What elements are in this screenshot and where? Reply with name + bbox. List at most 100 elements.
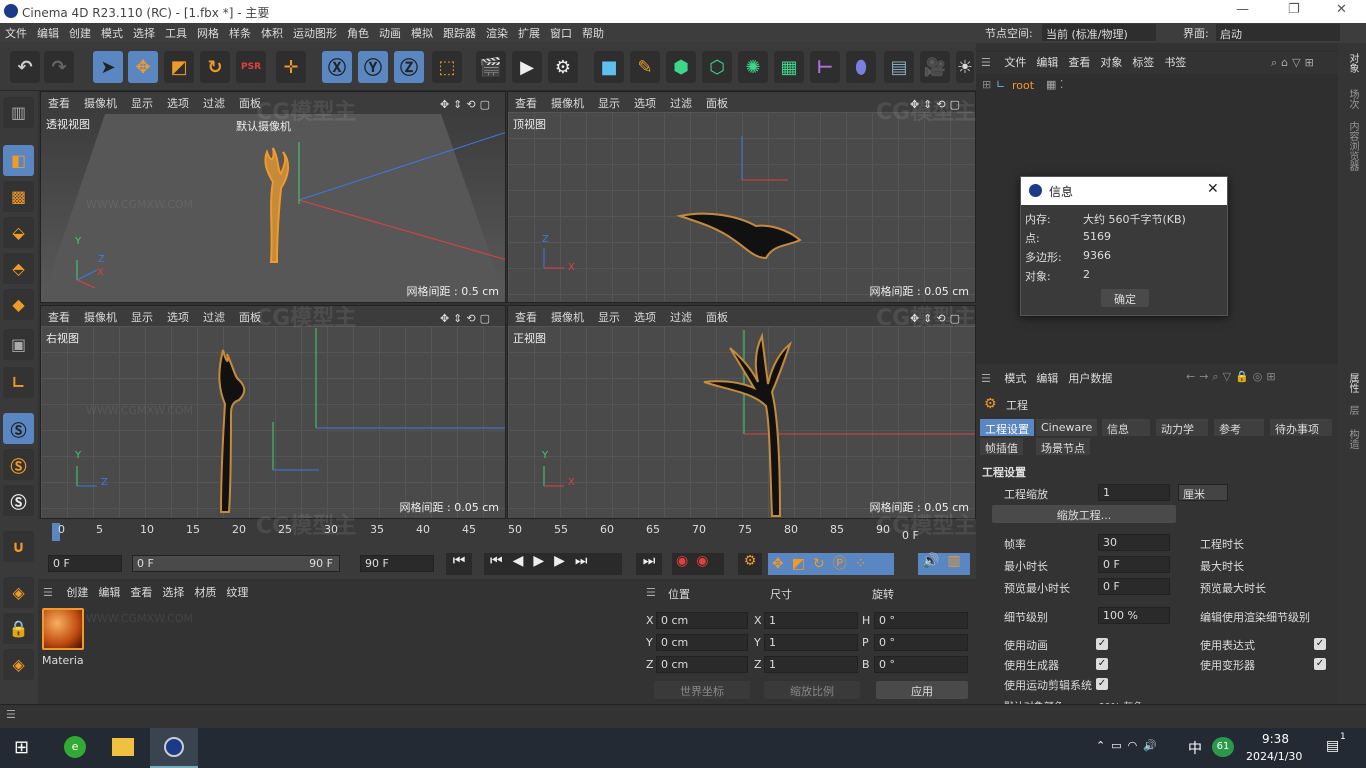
lod-field[interactable]: 100 % <box>1098 607 1170 624</box>
menu-item[interactable]: 扩展 <box>513 23 545 43</box>
redo-icon[interactable]: ↷ <box>44 51 74 83</box>
cloner-icon[interactable]: ✺ <box>738 51 768 83</box>
edges-mode-icon[interactable]: ⬘ <box>3 253 34 284</box>
vp-menu-display[interactable]: 显示 <box>124 92 160 111</box>
coordinate-system-icon[interactable]: ⬚ <box>432 51 462 83</box>
minimize-icon[interactable]: — <box>1236 2 1249 17</box>
vp-menu-camera[interactable]: 摄像机 <box>544 306 591 325</box>
z-axis-lock-icon[interactable]: Ⓩ <box>394 51 424 83</box>
apply-button[interactable]: 应用 <box>876 681 968 699</box>
position-z-field[interactable]: 0 cm <box>656 656 748 673</box>
vp-menu-panel[interactable]: 面板 <box>699 92 735 111</box>
floor-icon[interactable]: ▤ <box>884 51 914 83</box>
tray-icons[interactable]: ⌃▭◠🔊 <box>1096 739 1163 752</box>
menu-item[interactable]: 编辑 <box>32 23 64 43</box>
hamburger-icon[interactable]: ☰ <box>38 584 58 601</box>
axis-mode-icon[interactable]: ∟ <box>3 367 34 398</box>
current-frame-field[interactable]: 0 F <box>48 555 122 572</box>
use-motion-system-checkbox[interactable]: ✓ <box>1096 678 1108 690</box>
viewport-nav-icons[interactable]: ✥⇕⟲▢ <box>433 309 501 325</box>
menu-item[interactable]: 网格 <box>192 23 224 43</box>
range-slider[interactable]: 0 F 90 F <box>132 555 340 572</box>
vp-menu-filter[interactable]: 过滤 <box>663 306 699 325</box>
select-cursor-icon[interactable]: ➤ <box>93 51 123 83</box>
snap-toggle-icon[interactable]: Ⓢ <box>3 485 34 516</box>
attr-menu-item[interactable]: 编辑 <box>1031 368 1063 388</box>
scale-icon[interactable]: ◩ <box>164 51 194 83</box>
vp-menu-view[interactable]: 查看 <box>508 306 544 325</box>
go-to-end-icon[interactable]: ⏭ <box>636 553 662 575</box>
attr-menu-item[interactable]: 用户数据 <box>1063 368 1117 388</box>
vp-menu-options[interactable]: 选项 <box>627 306 663 325</box>
size-y-field[interactable]: 1 <box>764 634 858 651</box>
scale-mode-select[interactable]: 缩放比例 <box>764 681 860 699</box>
mat-menu-item[interactable]: 编辑 <box>93 582 125 602</box>
min-time-field[interactable]: 0 F <box>1098 556 1170 573</box>
mat-menu-item[interactable]: 选择 <box>157 582 189 602</box>
undo-icon[interactable]: ↶ <box>10 51 40 83</box>
size-z-field[interactable]: 1 <box>764 656 858 673</box>
hamburger-icon[interactable]: ☰ <box>976 370 996 387</box>
mat-menu-item[interactable]: 查看 <box>125 582 157 602</box>
obj-menu-item[interactable]: 对象 <box>1095 52 1127 72</box>
go-to-start-icon[interactable]: ⏮ <box>446 553 472 575</box>
menu-item[interactable]: 窗口 <box>545 23 577 43</box>
preview-min-field[interactable]: 0 F <box>1098 578 1170 595</box>
mograph-icon[interactable]: ▦ <box>774 51 804 83</box>
ok-button[interactable]: 确定 <box>1101 289 1149 307</box>
menu-item[interactable]: 体积 <box>256 23 288 43</box>
render-view-icon[interactable]: 🎬 <box>476 51 506 83</box>
menu-item[interactable]: 动画 <box>374 23 406 43</box>
clock-date[interactable]: 2024/1/30 <box>1246 750 1302 763</box>
vp-menu-filter[interactable]: 过滤 <box>196 306 232 325</box>
mat-menu-item[interactable]: 纹理 <box>221 582 253 602</box>
file-explorer-icon[interactable] <box>112 738 134 756</box>
field-icon[interactable]: ⬮ <box>846 51 876 83</box>
vp-menu-view[interactable]: 查看 <box>41 306 77 325</box>
world-coords-select[interactable]: 世界坐标 <box>654 681 750 699</box>
close-icon[interactable]: ✕ <box>1207 181 1219 197</box>
node-space-select[interactable]: 当前 (标准/物理) <box>1042 24 1156 41</box>
keyframe-settings-icon[interactable]: ⚙ <box>738 553 762 575</box>
record-keys-icon[interactable]: ◉◉ <box>672 553 724 575</box>
c4d-taskbar-item[interactable] <box>150 728 198 768</box>
tab-layers[interactable]: 层 <box>1345 405 1360 415</box>
y-axis-lock-icon[interactable]: Ⓨ <box>358 51 388 83</box>
model-mode-icon[interactable]: ◧ <box>3 145 34 176</box>
tab-info[interactable]: 信息 <box>1102 419 1150 436</box>
hamburger-icon[interactable]: ☰ <box>6 708 16 721</box>
use-generators-checkbox[interactable]: ✓ <box>1096 658 1108 670</box>
vp-menu-filter[interactable]: 过滤 <box>663 92 699 111</box>
tab-objects[interactable]: 对象 <box>1345 53 1360 73</box>
tab-structure[interactable]: 构造 <box>1345 429 1360 449</box>
polygons-mode-icon[interactable]: ◆ <box>3 289 34 320</box>
vp-menu-view[interactable]: 查看 <box>508 92 544 111</box>
tab-attributes[interactable]: 属性 <box>1345 373 1360 393</box>
vp-menu-panel[interactable]: 面板 <box>232 306 268 325</box>
deformer-icon[interactable]: ⊢ <box>810 51 840 83</box>
vp-menu-options[interactable]: 选项 <box>160 92 196 111</box>
hamburger-icon[interactable]: ☰ <box>646 586 656 599</box>
vp-menu-options[interactable]: 选项 <box>627 92 663 111</box>
menu-item[interactable]: 创建 <box>64 23 96 43</box>
playback-controls[interactable]: ⏮◀▶▶⏭ <box>484 553 622 575</box>
expand-icon[interactable]: ⊞ <box>982 78 991 91</box>
viewport-nav-icons[interactable]: ✥⇕⟲▢ <box>433 95 501 111</box>
key-tracks-icons[interactable]: ✥◩↻Ⓟ⁘ <box>768 553 894 575</box>
obj-menu-item[interactable]: 书签 <box>1159 52 1191 72</box>
menu-item[interactable]: 运动图形 <box>288 23 342 43</box>
position-y-field[interactable]: 0 cm <box>656 634 748 651</box>
viewport-perspective[interactable]: 查看 摄像机 显示 选项 过滤 面板 ✥⇕⟲▢ Y Z X 透视视图 默认摄像机 网格间距… <box>40 91 506 303</box>
attribute-nav-icons[interactable]: ←→⌕▽🔒◎⊞ <box>1186 370 1280 384</box>
viewport-nav-icons[interactable]: ✥⇕⟲▢ <box>903 309 971 325</box>
uv-mode-icon[interactable]: ▣ <box>3 329 34 360</box>
menu-item[interactable]: 工具 <box>160 23 192 43</box>
menu-item[interactable]: 渲染 <box>481 23 513 43</box>
menu-item[interactable]: 样条 <box>224 23 256 43</box>
vp-menu-display[interactable]: 显示 <box>591 306 627 325</box>
menu-item[interactable]: 模式 <box>96 23 128 43</box>
browser-icon[interactable]: e <box>64 736 86 758</box>
tab-dynamics[interactable]: 动力学 <box>1156 419 1208 436</box>
menu-item[interactable]: 模拟 <box>406 23 438 43</box>
render-to-picture-viewer-icon[interactable]: ▶ <box>512 51 542 83</box>
